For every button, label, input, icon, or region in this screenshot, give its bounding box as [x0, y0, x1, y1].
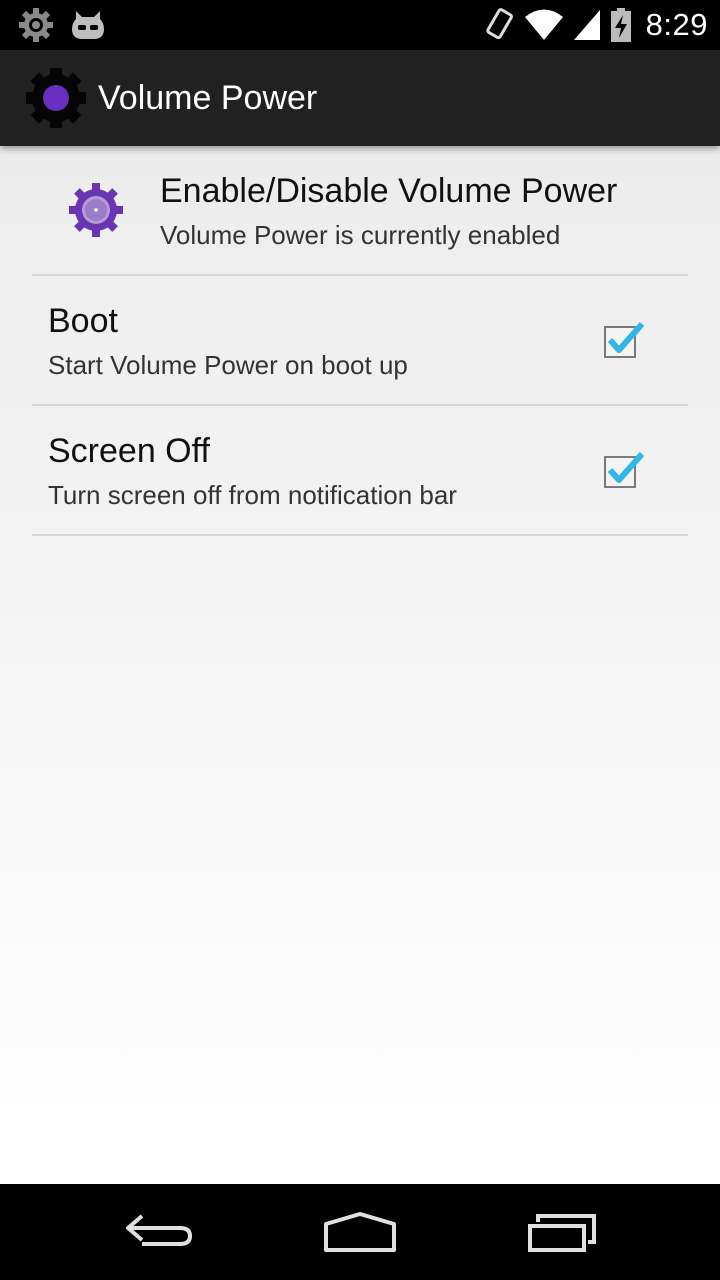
pref-summary: Start Volume Power on boot up [48, 350, 408, 380]
pref-summary: Turn screen off from notification bar [48, 480, 457, 510]
back-icon[interactable] [120, 1208, 200, 1256]
clock: 8:29 [645, 7, 708, 42]
navigation-bar [0, 1184, 720, 1280]
settings-notification-icon [19, 8, 53, 42]
action-bar: Volume Power [0, 50, 720, 146]
pref-summary: Volume Power is currently enabled [160, 220, 561, 250]
wifi-icon [524, 9, 563, 40]
app-title: Volume Power [98, 79, 318, 117]
notification-icons [16, 5, 108, 45]
signal-icon [573, 10, 600, 40]
home-icon[interactable] [320, 1208, 400, 1256]
app-gear-icon[interactable] [24, 66, 88, 130]
pref-boot[interactable]: Boot Start Volume Power on boot up [32, 276, 688, 406]
rotation-icon [485, 8, 513, 40]
screen: 8:29 Volume Power Enable/Disable Volume … [0, 0, 720, 1280]
pref-title: Screen Off [48, 432, 210, 470]
screen-off-checkbox[interactable] [602, 448, 646, 492]
pref-title: Boot [48, 302, 118, 340]
pref-screen-off[interactable]: Screen Off Turn screen off from notifica… [32, 406, 688, 536]
boot-checkbox[interactable] [602, 318, 646, 362]
cyanogenmod-notification-icon [72, 11, 104, 39]
battery-charging-icon [610, 8, 631, 42]
preferences-list: Enable/Disable Volume Power Volume Power… [0, 146, 720, 1184]
recents-icon[interactable] [522, 1208, 602, 1256]
purple-gear-icon [69, 183, 123, 237]
pref-title: Enable/Disable Volume Power [160, 172, 618, 210]
pref-enable-disable[interactable]: Enable/Disable Volume Power Volume Power… [32, 146, 688, 276]
system-icons: 8:29 [484, 0, 708, 50]
status-bar: 8:29 [0, 0, 720, 50]
